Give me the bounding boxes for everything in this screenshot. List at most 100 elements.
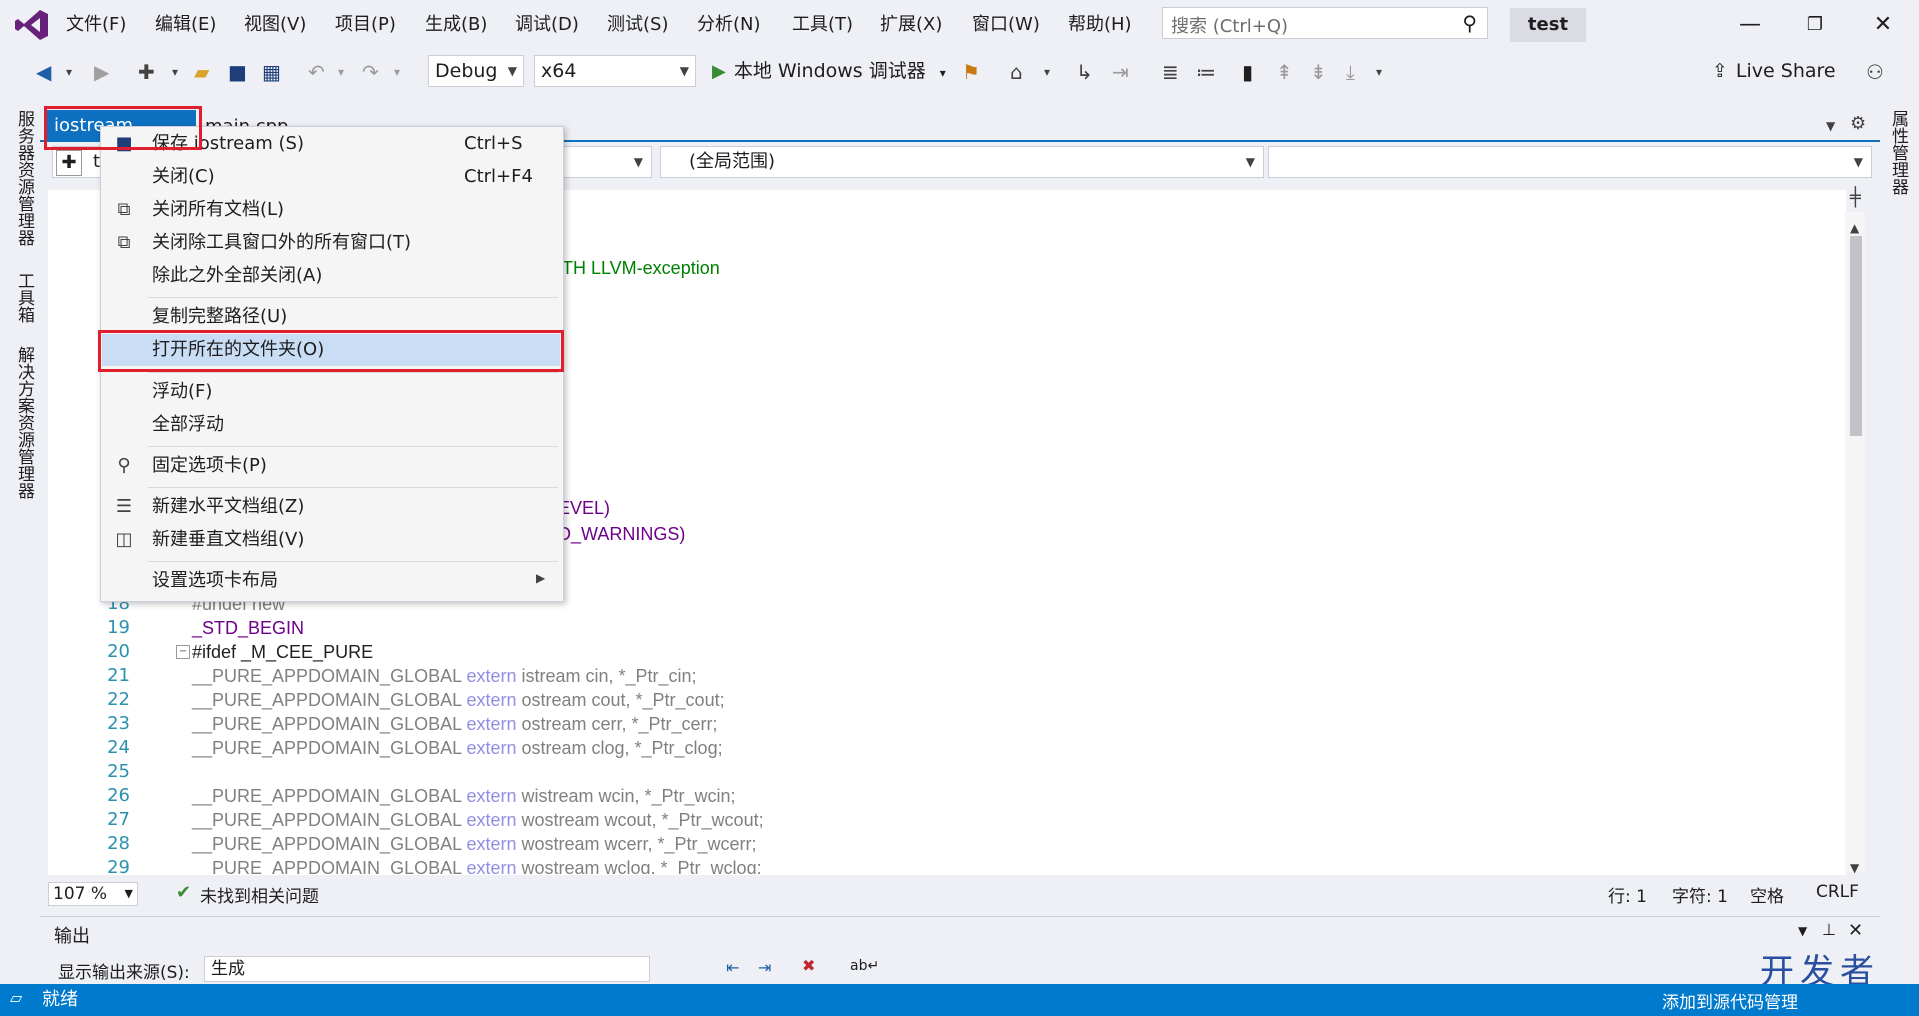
minimize-icon[interactable]: — bbox=[1725, 8, 1775, 42]
horizontal-group-icon: ☰ bbox=[115, 496, 133, 517]
menu-separator bbox=[148, 372, 558, 373]
live-share-button[interactable]: ⇪ Live Share bbox=[1712, 56, 1836, 86]
step-over-icon[interactable]: ⇥ bbox=[1112, 60, 1129, 84]
notification-icon[interactable]: ▱ bbox=[10, 988, 22, 1007]
server-explorer-tab[interactable]: 服务器资源管理器 bbox=[12, 110, 37, 246]
scroll-up-icon[interactable]: ▲ bbox=[1850, 216, 1859, 240]
next-bookmark-icon[interactable]: ⇟ bbox=[1310, 60, 1327, 84]
redo-dropdown-icon[interactable]: ▾ bbox=[394, 60, 400, 84]
scope-value: (全局范围) bbox=[689, 151, 776, 172]
menu-item-close-others[interactable]: 除此之外全部关闭(A) bbox=[100, 260, 562, 292]
prev-bookmark-icon[interactable]: ⇞ bbox=[1276, 60, 1293, 84]
output-source-label: 显示输出来源(S): bbox=[58, 963, 190, 982]
menu-extensions[interactable]: 扩展(X) bbox=[880, 12, 942, 38]
start-debugging-button[interactable]: ▶ 本地 Windows 调试器 ▾ bbox=[712, 56, 946, 86]
eol-indicator: CRLF bbox=[1816, 882, 1859, 902]
menu-item-new-horizontal-group[interactable]: ☰ 新建水平文档组(Z) bbox=[100, 491, 562, 523]
clear-all-icon[interactable]: ✖ bbox=[802, 956, 815, 975]
menu-tools[interactable]: 工具(T) bbox=[792, 12, 853, 38]
collapse-icon[interactable]: − bbox=[176, 645, 190, 659]
platform-select[interactable]: x64 ▼ bbox=[534, 55, 696, 87]
issues-text[interactable]: 未找到相关问题 bbox=[200, 882, 319, 907]
attach-process-icon[interactable]: ⚑ bbox=[962, 60, 980, 84]
property-manager-tab[interactable]: 属性管理器 bbox=[1886, 110, 1911, 195]
save-all-icon[interactable]: ▦ bbox=[262, 60, 281, 84]
menu-debug[interactable]: 调试(D) bbox=[515, 12, 579, 38]
member-select[interactable]: ▼ bbox=[1268, 146, 1872, 178]
scroll-down-icon[interactable]: ▼ bbox=[1850, 856, 1859, 880]
menu-view[interactable]: 视图(V) bbox=[244, 12, 306, 38]
annotation-highlight bbox=[44, 106, 202, 150]
chevron-down-icon: ▼ bbox=[633, 155, 643, 169]
restore-icon[interactable]: ❐ bbox=[1790, 8, 1840, 42]
search-input[interactable]: 搜索 (Ctrl+Q) ⚲ bbox=[1162, 7, 1488, 39]
word-wrap-icon[interactable]: ab↵ bbox=[850, 958, 879, 974]
menu-analyze[interactable]: 分析(N) bbox=[697, 12, 761, 38]
account-icon[interactable]: ⚇ bbox=[1866, 60, 1884, 84]
close-icon[interactable]: ✕ bbox=[1858, 8, 1908, 42]
menu-item-tab-layout[interactable]: 设置选项卡布局 ▶ bbox=[100, 565, 562, 597]
line-number: 20 bbox=[107, 641, 130, 662]
menu-item-close-all[interactable]: ⧉ 关闭所有文档(L) bbox=[100, 194, 562, 226]
gear-icon[interactable]: ⚙ bbox=[1850, 112, 1866, 136]
browser-icon[interactable]: ⌂ bbox=[1010, 60, 1023, 84]
close-icon[interactable]: ✕ bbox=[1848, 920, 1863, 941]
step-icon[interactable]: ↳ bbox=[1076, 60, 1093, 84]
status-text: 就绪 bbox=[42, 989, 78, 1010]
zoom-select[interactable]: 107 % ▼ bbox=[48, 882, 138, 906]
menu-item-close-all-but-tools[interactable]: ⧉ 关闭除工具窗口外的所有窗口(T) bbox=[100, 227, 562, 259]
share-icon: ⇪ bbox=[1712, 60, 1728, 82]
menu-test[interactable]: 测试(S) bbox=[607, 12, 668, 38]
run-dropdown-icon: ▾ bbox=[939, 66, 946, 80]
menu-project[interactable]: 项目(P) bbox=[335, 12, 396, 38]
solution-explorer-tab[interactable]: 解决方案资源管理器 bbox=[12, 346, 37, 499]
source-control-button[interactable]: 添加到源代码管理 bbox=[1662, 988, 1798, 1013]
browser-dropdown-icon[interactable]: ▾ bbox=[1044, 60, 1050, 84]
panel-dropdown-icon[interactable]: ▼ bbox=[1798, 924, 1807, 938]
save-icon[interactable]: ■ bbox=[228, 60, 247, 84]
chevron-down-icon: ▼ bbox=[679, 64, 689, 78]
outdent-icon[interactable]: ≔ bbox=[1196, 60, 1216, 84]
zoom-value: 107 % bbox=[53, 884, 108, 904]
pin-icon[interactable]: ⊥ bbox=[1822, 920, 1836, 939]
next-message-icon[interactable]: ⇥ bbox=[758, 958, 771, 977]
menu-build[interactable]: 生成(B) bbox=[425, 12, 487, 38]
menu-help[interactable]: 帮助(H) bbox=[1068, 12, 1132, 38]
menu-edit[interactable]: 编辑(E) bbox=[155, 12, 216, 38]
menu-item-close[interactable]: 关闭(C) Ctrl+F4 bbox=[100, 161, 562, 193]
toolbox-tab[interactable]: 工具箱 bbox=[12, 272, 37, 323]
configuration-select[interactable]: Debug ▼ bbox=[428, 55, 524, 87]
tab-list-dropdown-icon[interactable]: ▼ bbox=[1826, 114, 1835, 138]
back-dropdown-icon[interactable]: ▾ bbox=[66, 60, 72, 84]
menu-item-new-vertical-group[interactable]: ◫ 新建垂直文档组(V) bbox=[100, 524, 562, 556]
menu-item-float-all[interactable]: 全部浮动 bbox=[100, 409, 562, 441]
menu-window[interactable]: 窗口(W) bbox=[972, 12, 1040, 38]
redo-icon[interactable]: ↷ bbox=[362, 60, 379, 84]
line-number: 26 bbox=[107, 785, 130, 806]
menu-item-float[interactable]: 浮动(F) bbox=[100, 376, 562, 408]
code-line: __PURE_APPDOMAIN_GLOBAL extern wostream … bbox=[192, 810, 764, 830]
undo-icon[interactable]: ↶ bbox=[308, 60, 325, 84]
undo-dropdown-icon[interactable]: ▾ bbox=[338, 60, 344, 84]
forward-icon[interactable]: ▶ bbox=[94, 60, 109, 84]
scrollbar-thumb[interactable] bbox=[1850, 236, 1862, 436]
split-icon[interactable]: ╪ bbox=[1850, 186, 1861, 210]
open-folder-icon[interactable]: ▰ bbox=[194, 60, 209, 84]
bookmark-icon[interactable]: ▮ bbox=[1242, 60, 1253, 84]
menu-file[interactable]: 文件(F) bbox=[66, 12, 126, 38]
submenu-arrow-icon: ▶ bbox=[536, 571, 546, 585]
output-source-select[interactable]: 生成 bbox=[204, 956, 650, 982]
indent-icon[interactable]: ≣ bbox=[1162, 60, 1179, 84]
menu-item-pin-tab[interactable]: ⚲ 固定选项卡(P) bbox=[100, 450, 562, 482]
status-bar bbox=[0, 984, 1919, 1016]
back-icon[interactable]: ◀ bbox=[36, 60, 51, 84]
scope-select[interactable]: (全局范围) ▼ bbox=[660, 146, 1264, 178]
code-line: __PURE_APPDOMAIN_GLOBAL extern ostream c… bbox=[192, 690, 725, 710]
new-project-icon[interactable]: ✚ bbox=[138, 60, 155, 84]
new-dropdown-icon[interactable]: ▾ bbox=[172, 60, 178, 84]
prev-message-icon[interactable]: ⇤ bbox=[726, 958, 739, 977]
clear-bookmark-icon[interactable]: ⤓ bbox=[1346, 60, 1355, 84]
toolbar-overflow-icon[interactable]: ▾ bbox=[1376, 60, 1382, 84]
expand-icon[interactable]: ✚ bbox=[56, 150, 82, 176]
menu-item-copy-path[interactable]: 复制完整路径(U) bbox=[100, 301, 562, 333]
